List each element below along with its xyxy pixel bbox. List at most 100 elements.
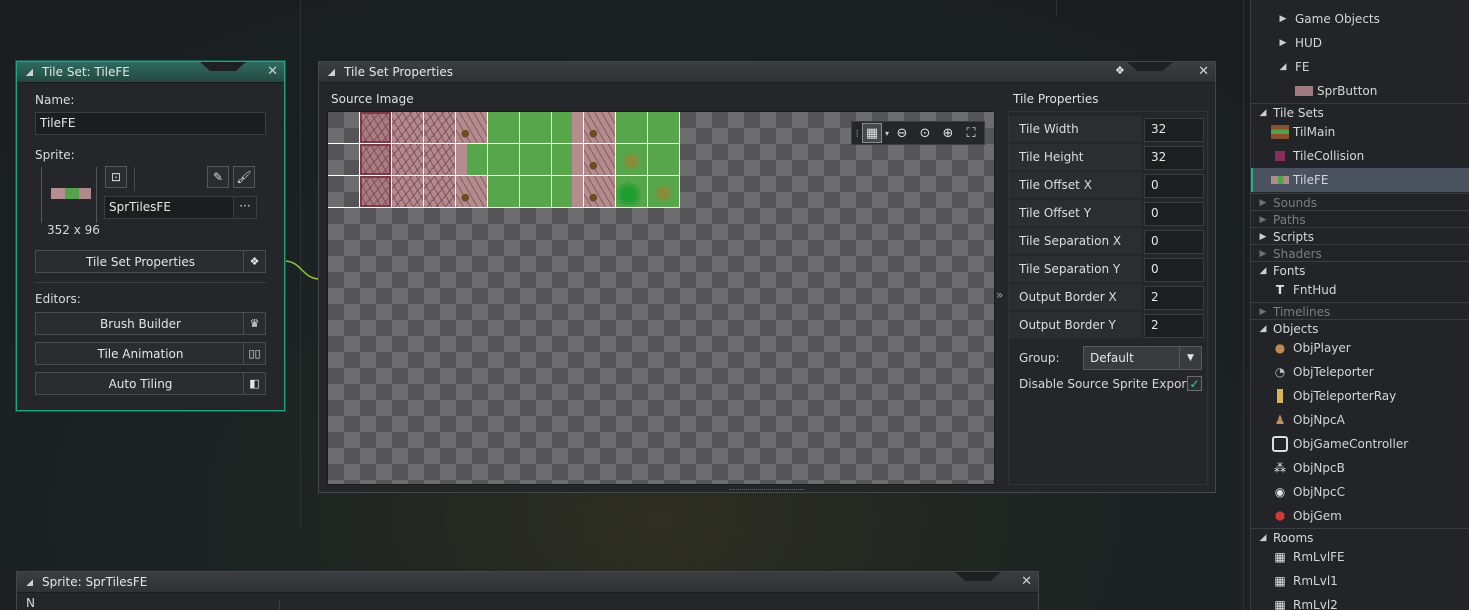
tile[interactable] — [584, 176, 616, 208]
tile[interactable] — [648, 176, 680, 208]
tree-item-objnpca[interactable]: ♟ ObjNpcA — [1251, 408, 1469, 432]
tree-item-tilmain[interactable]: TilMain — [1251, 120, 1469, 144]
collapse-icon[interactable] — [26, 68, 33, 76]
tile[interactable] — [616, 112, 648, 144]
tile[interactable] — [360, 144, 392, 176]
output-border-y-input[interactable]: 2 — [1144, 313, 1204, 338]
chevron-down-icon[interactable]: ▾ — [885, 129, 889, 138]
collapse-arrow-icon[interactable]: ◢ — [1277, 62, 1289, 72]
collapse-arrow-icon[interactable]: ◢ — [1257, 533, 1269, 543]
zoom-in-icon[interactable]: ⊕ — [938, 123, 958, 143]
sprite-window-titlebar[interactable]: Sprite: SprTilesFE ✕ — [17, 572, 1038, 593]
tree-item-fnthud[interactable]: T FntHud — [1251, 278, 1469, 302]
tile[interactable] — [424, 176, 456, 208]
tile[interactable] — [424, 144, 456, 176]
tile-height-input[interactable]: 32 — [1144, 145, 1204, 170]
tile[interactable] — [584, 112, 616, 144]
tile[interactable] — [648, 144, 680, 176]
tile[interactable] — [456, 176, 488, 208]
tile[interactable] — [520, 176, 552, 208]
group-select[interactable]: Default ▼ — [1083, 345, 1202, 370]
expand-arrow-icon[interactable]: ▶ — [1257, 249, 1269, 259]
brush-builder-button[interactable]: Brush Builder ♛ — [35, 312, 266, 335]
sprite-thumbnail[interactable] — [41, 167, 97, 223]
collapse-icon[interactable] — [26, 578, 33, 586]
tree-category-fonts[interactable]: ◢ Fonts — [1251, 262, 1469, 279]
tree-item-objgamecontroller[interactable]: ObjGameController — [1251, 432, 1469, 456]
tile[interactable] — [456, 144, 488, 176]
fit-view-icon[interactable]: ⛶ — [961, 123, 981, 143]
tree-category-timelines[interactable]: ▶ Timelines — [1251, 303, 1469, 320]
tile[interactable] — [456, 112, 488, 144]
tile[interactable] — [552, 112, 584, 144]
tree-item-objgem[interactable]: ⬢ ObjGem — [1251, 504, 1469, 528]
tile[interactable] — [392, 112, 424, 144]
edit-sprite-icon[interactable]: ✎ — [207, 166, 229, 188]
tile-separation-x-input[interactable]: 0 — [1144, 229, 1204, 254]
tree-item-objteleporter[interactable]: ◔ ObjTeleporter — [1251, 360, 1469, 384]
expand-arrow-icon[interactable]: ▶ — [1257, 232, 1269, 242]
expand-arrow-icon[interactable]: ▶ — [1257, 198, 1269, 208]
expand-arrow-icon[interactable]: ▶ — [1257, 215, 1269, 225]
collapse-icon[interactable] — [328, 68, 335, 76]
tile[interactable] — [520, 144, 552, 176]
zoom-out-icon[interactable]: ⊖ — [892, 123, 912, 143]
disable-export-checkbox[interactable]: ✓ — [1187, 376, 1202, 391]
tree-item-rmlvlfe[interactable]: ▦ RmLvlFE — [1251, 545, 1469, 569]
name-field[interactable]: TileFE — [35, 112, 266, 135]
tree-folder-hud[interactable]: ▶ HUD — [1251, 31, 1469, 55]
new-sprite-icon[interactable]: ⊡ — [105, 166, 127, 188]
tree-category-rooms[interactable]: ◢ Rooms — [1251, 529, 1469, 546]
tile[interactable] — [360, 176, 392, 208]
expand-arrow-icon[interactable]: ▶ — [1257, 307, 1269, 317]
close-icon[interactable]: ✕ — [267, 65, 278, 79]
tile[interactable] — [616, 144, 648, 176]
tileset-window-titlebar[interactable]: Tile Set: TileFE ✕ — [17, 62, 284, 83]
close-icon[interactable]: ✕ — [1021, 575, 1032, 589]
resize-handle[interactable] — [729, 489, 805, 492]
tree-category-tile-sets[interactable]: ◢ Tile Sets — [1251, 104, 1469, 121]
expand-arrow-icon[interactable]: ▶ — [1277, 38, 1289, 48]
grid-toggle-icon[interactable]: ▦ — [861, 123, 882, 143]
auto-tiling-button[interactable]: Auto Tiling ◧ — [35, 372, 266, 395]
tree-item-objteleporterray[interactable]: ObjTeleporterRay — [1251, 384, 1469, 408]
tree-category-shaders[interactable]: ▶ Shaders — [1251, 245, 1469, 262]
tree-item-objnpcb[interactable]: ⁂ ObjNpcB — [1251, 456, 1469, 480]
toolbar-grip-icon[interactable]: ⁞ — [855, 127, 859, 140]
dock-icon[interactable]: ❖ — [1115, 64, 1125, 77]
properties-window-titlebar[interactable]: Tile Set Properties ❖ ✕ — [319, 62, 1215, 83]
close-icon[interactable]: ✕ — [1198, 65, 1209, 79]
paint-brush-icon[interactable]: 🖌 — [233, 166, 255, 188]
tile[interactable] — [552, 144, 584, 176]
tile[interactable] — [488, 144, 520, 176]
tile[interactable] — [488, 176, 520, 208]
tile[interactable] — [552, 176, 584, 208]
tree-item-tilefe[interactable]: TileFE — [1251, 168, 1469, 192]
tile[interactable] — [648, 112, 680, 144]
expand-arrow-icon[interactable]: ▶ — [1277, 14, 1289, 24]
collapse-arrow-icon[interactable]: ◢ — [1257, 266, 1269, 276]
tree-item-rmlvl1[interactable]: ▦ RmLvl1 — [1251, 569, 1469, 593]
tree-item-sprbutton[interactable]: SprButton — [1251, 79, 1469, 103]
tile[interactable] — [392, 176, 424, 208]
source-image-canvas[interactable]: ⁞ ▦ ▾ ⊖ ⊙ ⊕ ⛶ — [327, 111, 995, 485]
sprite-browse-button[interactable]: ··· — [233, 196, 257, 219]
collapse-arrow-icon[interactable]: ◢ — [1257, 108, 1269, 118]
tree-item-objnpcc[interactable]: ◉ ObjNpcC — [1251, 480, 1469, 504]
tile[interactable] — [616, 176, 648, 208]
tile[interactable] — [360, 112, 392, 144]
tile-animation-button[interactable]: Tile Animation ▯▯ — [35, 342, 266, 365]
tree-category-paths[interactable]: ▶ Paths — [1251, 211, 1469, 228]
tile[interactable] — [488, 112, 520, 144]
collapse-panel-icon[interactable]: » — [996, 288, 1003, 302]
tile[interactable] — [328, 112, 360, 144]
tile[interactable] — [392, 144, 424, 176]
tile[interactable] — [328, 176, 360, 208]
tile-width-input[interactable]: 32 — [1144, 117, 1204, 142]
tile-offset-y-input[interactable]: 0 — [1144, 201, 1204, 226]
tile-separation-y-input[interactable]: 0 — [1144, 257, 1204, 282]
tile[interactable] — [520, 112, 552, 144]
tile[interactable] — [328, 144, 360, 176]
tree-folder-game-objects[interactable]: ▶ Game Objects — [1251, 7, 1469, 31]
tileset-properties-button[interactable]: Tile Set Properties ❖ — [35, 250, 266, 273]
